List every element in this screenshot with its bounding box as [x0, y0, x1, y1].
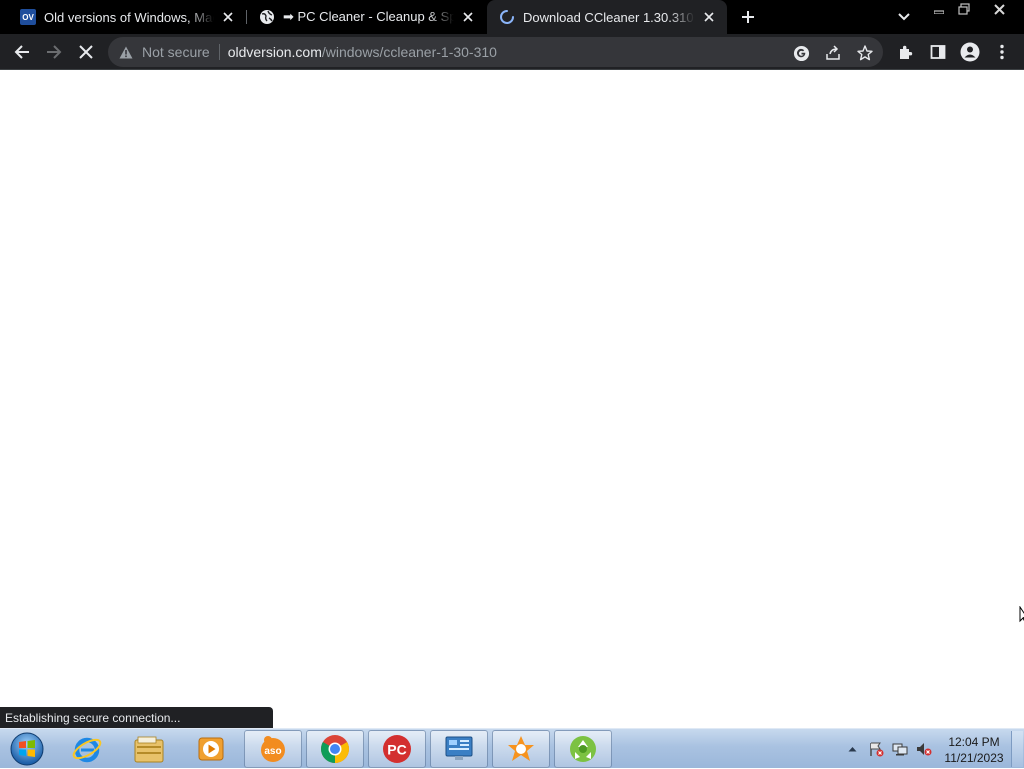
url-host: oldversion.com [227, 44, 322, 60]
tab-pc-cleaner[interactable]: ➡ PC Cleaner - Cleanup & Speed Up Your P… [239, 0, 486, 34]
forward-arrow-icon [47, 45, 62, 59]
taskbar-clock[interactable]: 12:04 PM 11/21/2023 [938, 734, 1010, 766]
minimize-button[interactable] [926, 0, 951, 18]
globe-icon [259, 9, 275, 25]
browser-toolbar: Not secure oldversion.com/windows/cclean… [0, 34, 1024, 70]
stop-loading-icon [79, 45, 93, 59]
media-player-icon [198, 737, 224, 761]
taskbar-control-panel[interactable] [430, 730, 488, 768]
tab-strip: OV Old versions of Windows, Mac and Linu… [0, 0, 1024, 34]
taskbar-pc-cleaner[interactable]: PC [368, 730, 426, 768]
address-bar[interactable]: Not secure oldversion.com/windows/cclean… [108, 37, 883, 67]
restore-icon [957, 3, 970, 15]
extensions-button[interactable] [892, 38, 920, 66]
chrome-icon [321, 735, 349, 763]
url-path: /windows/ccleaner-1-30-310 [321, 44, 497, 60]
start-button[interactable] [5, 730, 49, 768]
close-tab-icon[interactable] [460, 9, 476, 25]
omnibox-divider [218, 44, 220, 60]
taskbar-media-player[interactable] [182, 730, 240, 768]
network-icon[interactable] [890, 739, 910, 759]
new-tab-button[interactable] [736, 5, 760, 29]
chevron-up-icon [848, 747, 856, 752]
file-explorer-icon [134, 736, 164, 763]
show-desktop-button[interactable] [1011, 731, 1023, 767]
url-text[interactable]: oldversion.com/windows/ccleaner-1-30-310 [228, 44, 497, 60]
show-hidden-icons-button[interactable] [842, 739, 862, 759]
chevron-down-icon [898, 13, 910, 21]
stop-loading-button[interactable] [72, 38, 100, 66]
minimize-icon [933, 10, 944, 14]
aso-icon: aso [261, 736, 285, 762]
oldversion-favicon-icon: OV [20, 9, 36, 25]
control-panel-icon [445, 736, 473, 760]
kebab-menu-icon [1000, 44, 1004, 60]
taskbar-avast[interactable] [492, 730, 550, 768]
status-bubble: Establishing secure connection... [0, 707, 273, 728]
profile-button[interactable] [956, 38, 984, 66]
mouse-cursor-icon [1019, 606, 1024, 623]
bookmark-star-icon[interactable] [856, 44, 874, 62]
back-arrow-icon [14, 45, 29, 59]
close-tab-icon[interactable] [701, 9, 717, 25]
side-panel-button[interactable] [924, 38, 952, 66]
pc-cleaner-icon: PC [383, 735, 411, 763]
windows-taskbar: aso PC 12:04 PM 11/21/2023 [0, 728, 1024, 768]
side-panel-icon [930, 45, 946, 59]
back-button[interactable] [8, 38, 36, 66]
tab-ccleaner-download[interactable]: Download CCleaner 1.30.310 for Windows [487, 0, 727, 34]
taskbar-file-explorer[interactable] [120, 730, 178, 768]
clock-date: 11/21/2023 [944, 751, 1004, 765]
loading-spinner-icon [499, 9, 515, 25]
puzzle-icon [900, 45, 913, 59]
page-content-area[interactable] [0, 71, 1024, 728]
tab-title: Download CCleaner 1.30.310 for Windows [523, 9, 695, 25]
taskbar-internet-explorer[interactable] [58, 730, 116, 768]
profile-avatar-icon [960, 42, 980, 62]
action-center-icon[interactable] [866, 739, 886, 759]
warning-icon[interactable] [118, 44, 134, 60]
windows-start-orb-icon [10, 732, 44, 766]
internet-explorer-icon [72, 737, 102, 763]
tab-title: Old versions of Windows, Mac and Linux S… [44, 9, 214, 25]
browser-menu-button[interactable] [988, 38, 1016, 66]
restore-button[interactable] [951, 0, 976, 18]
google-lens-icon[interactable] [792, 44, 810, 62]
recycle-app-icon [570, 736, 596, 762]
taskbar-aso[interactable]: aso [244, 730, 302, 768]
clock-time: 12:04 PM [948, 735, 1000, 749]
tab-search-button[interactable] [894, 7, 914, 27]
plus-icon [742, 11, 754, 23]
close-tab-icon[interactable] [220, 9, 236, 25]
system-tray [842, 729, 938, 769]
tab-title: ➡ PC Cleaner - Cleanup & Speed Up Your P… [283, 9, 454, 24]
svg-text:aso: aso [264, 746, 281, 757]
tab-oldversion[interactable]: OV Old versions of Windows, Mac and Linu… [0, 0, 246, 34]
close-icon [993, 3, 1005, 15]
taskbar-chrome[interactable] [306, 730, 364, 768]
avast-icon [508, 736, 534, 761]
close-window-button[interactable] [976, 0, 1022, 18]
taskbar-recycle-app[interactable] [554, 730, 612, 768]
window-controls [926, 0, 1022, 20]
share-icon[interactable] [824, 44, 842, 62]
security-label[interactable]: Not secure [142, 44, 210, 60]
forward-button[interactable] [40, 38, 68, 66]
volume-muted-icon[interactable] [914, 739, 934, 759]
svg-text:PC: PC [387, 742, 406, 758]
